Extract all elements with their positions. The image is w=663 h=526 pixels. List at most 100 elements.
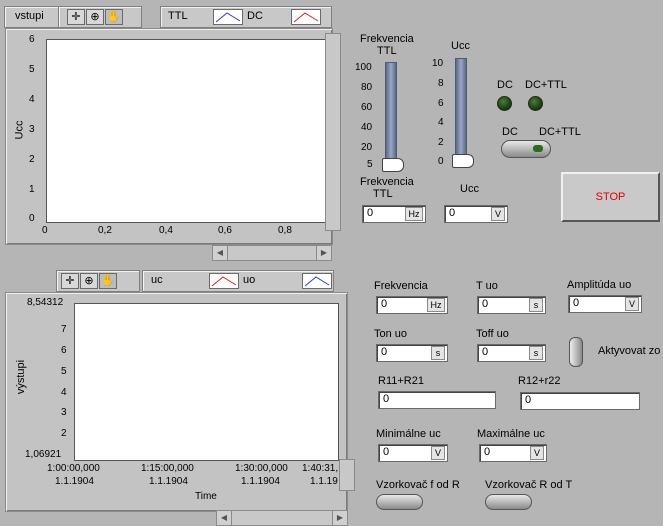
graph2-ytick: 7	[61, 324, 67, 335]
legend-uc-swatch[interactable]	[209, 273, 239, 289]
toff-label: Toff uo	[476, 328, 509, 340]
led-dc	[497, 96, 512, 111]
graph2-ylabel: výstupi	[15, 359, 28, 395]
graph2-plot[interactable]	[74, 303, 339, 461]
hand-icon[interactable]: ✋	[99, 273, 117, 289]
freq-ttl-label-2: TTL	[373, 188, 393, 200]
legend-dc-label: DC	[247, 10, 263, 22]
graph2-hscroll[interactable]: ◀ ▶	[216, 510, 348, 526]
ton-unit[interactable]: s	[431, 346, 445, 360]
ton-label: Ton uo	[374, 328, 408, 340]
stop-label: STOP	[595, 191, 626, 203]
freq-slider-label-1: Frekvencia	[360, 33, 414, 45]
ucc-num-label: Ucc	[460, 183, 479, 195]
t-uo-input[interactable]: 0 s	[477, 296, 546, 314]
scroll-left-icon[interactable]: ◀	[213, 246, 228, 260]
r11-label: R11+R21	[378, 375, 424, 387]
scroll-right-icon[interactable]: ▶	[316, 246, 331, 260]
graph1-vscroll[interactable]	[325, 33, 341, 231]
switch-indicator	[533, 145, 543, 152]
graph2-vscroll[interactable]	[339, 459, 355, 491]
graph2-xtick-time: 1:40:31,	[302, 463, 339, 474]
min-uc-value: 0	[383, 446, 390, 458]
t-uo-unit[interactable]: s	[529, 298, 543, 312]
ucc-tick: 10	[432, 58, 444, 69]
legend-uo-swatch[interactable]	[302, 273, 332, 289]
legend-uc-label: uc	[151, 274, 163, 286]
freq-tick: 5	[367, 159, 373, 170]
r11-input[interactable]: 0	[378, 391, 496, 409]
aktivovat-toggle[interactable]	[569, 337, 583, 367]
switch-dc-label: DC	[502, 126, 518, 138]
stop-button[interactable]: STOP	[561, 172, 660, 222]
ucc-tick: 2	[438, 137, 444, 148]
aktivovat-label: Aktyvovat zo	[598, 345, 661, 357]
graph2-xtick-date: 1.1.1904	[55, 476, 94, 487]
vz-r-switch[interactable]	[485, 494, 532, 510]
t-uo-label: T uo	[476, 280, 498, 292]
ucc-slider[interactable]	[455, 58, 467, 164]
max-uc-value: 0	[484, 446, 491, 458]
ucc-slider-thumb[interactable]	[452, 154, 474, 168]
graph1-plot[interactable]	[46, 39, 327, 223]
frekvencia-input[interactable]: 0 Hz	[376, 296, 448, 314]
zoom-icon[interactable]: ⊕	[86, 9, 104, 25]
ucc-slider-label: Ucc	[451, 40, 470, 52]
graph2-xtick-date: 1.1.1904	[241, 476, 280, 487]
scroll-left-icon[interactable]: ◀	[217, 511, 232, 525]
max-uc-input[interactable]: 0 V	[479, 444, 547, 462]
graph1-ytick: 2	[29, 154, 35, 165]
toff-input[interactable]: 0 s	[477, 344, 546, 362]
graph2-ymax: 8,54312	[27, 297, 64, 308]
vz-f-switch[interactable]	[376, 494, 423, 510]
crosshair-icon[interactable]: ✛	[61, 273, 79, 289]
frekvencia-unit[interactable]: Hz	[427, 298, 445, 312]
r11-value: 0	[383, 393, 390, 405]
ucc-unit[interactable]: V	[491, 207, 505, 221]
ucc-input[interactable]: 0 V	[444, 205, 508, 223]
ucc-tick: 6	[438, 98, 444, 109]
amplituda-unit[interactable]: V	[625, 297, 639, 311]
graph1-frame: Ucc	[5, 28, 341, 245]
graph2-legend: uc uo	[142, 270, 334, 292]
min-uc-unit[interactable]: V	[431, 446, 445, 460]
graph2-xtick-date: 1.1.19	[310, 476, 338, 487]
freq-tick: 80	[361, 82, 373, 93]
zoom-icon[interactable]: ⊕	[80, 273, 98, 289]
graph2-ytick: 6	[61, 345, 67, 356]
freq-slider-thumb[interactable]	[382, 158, 404, 172]
dc-ttl-switch[interactable]	[501, 140, 551, 158]
max-uc-label: Maximálne uc	[477, 428, 545, 440]
freq-ttl-input[interactable]: 0 Hz	[362, 205, 426, 223]
graph1-xtick: 0,4	[159, 225, 173, 236]
hand-icon[interactable]: ✋	[105, 9, 123, 25]
freq-tick: 40	[361, 122, 373, 133]
freq-slider[interactable]	[385, 62, 397, 168]
min-uc-input[interactable]: 0 V	[378, 444, 448, 462]
max-uc-unit[interactable]: V	[530, 446, 544, 460]
r12-label: R12+r22	[518, 375, 561, 387]
scroll-right-icon[interactable]: ▶	[332, 511, 347, 525]
amplituda-input[interactable]: 0 V	[568, 295, 642, 313]
freq-ttl-label-1: Frekvencia	[360, 176, 414, 188]
graph2-ytick: 3	[61, 407, 67, 418]
legend-dc-swatch[interactable]	[291, 9, 321, 25]
graph1-hscroll[interactable]: ◀ ▶	[212, 245, 332, 261]
amplituda-value: 0	[573, 297, 580, 309]
freq-tick: 20	[361, 142, 373, 153]
legend-ttl-swatch[interactable]	[213, 9, 243, 25]
graph1-ylabel: Ucc	[13, 120, 26, 140]
crosshair-icon[interactable]: ✛	[67, 9, 85, 25]
toff-unit[interactable]: s	[529, 346, 543, 360]
freq-ttl-unit[interactable]: Hz	[405, 207, 423, 221]
switch-dcttl-label: DC+TTL	[539, 126, 581, 138]
amplituda-label: Amplitúda uo	[567, 279, 632, 291]
r12-input[interactable]: 0	[520, 392, 640, 410]
legend-uo-label: uo	[243, 274, 256, 286]
graph2-xtick-date: 1.1.1904	[149, 476, 188, 487]
graph1-ytick: 5	[29, 64, 35, 75]
ton-input[interactable]: 0 s	[376, 344, 448, 362]
led-dcttl	[528, 96, 543, 111]
graph1-xtick: 0,8	[278, 225, 292, 236]
graph1-ytick: 6	[29, 34, 35, 45]
